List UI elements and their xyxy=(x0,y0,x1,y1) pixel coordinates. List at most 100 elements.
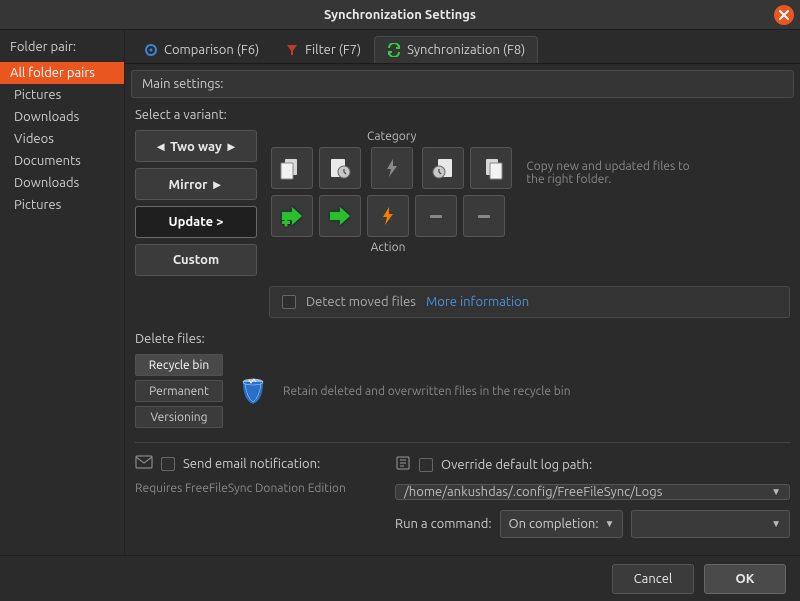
category-icons-right xyxy=(422,147,512,189)
variant-buttons: ◄ Two way ► Mirror ► Update > Custom xyxy=(135,130,257,276)
category-right-only-button[interactable] xyxy=(470,147,512,189)
action-do-nothing-button-2[interactable] xyxy=(463,195,505,237)
command-when-value: On completion: xyxy=(509,517,599,531)
lightning-orange-icon xyxy=(377,205,399,227)
main-settings-header: Main settings: xyxy=(131,70,794,98)
log-section: Override default log path: /home/ankushd… xyxy=(395,455,790,538)
dash-icon xyxy=(426,206,446,226)
variant-description: Copy new and updated files to the right … xyxy=(526,130,706,186)
file-clock-right-icon xyxy=(430,155,456,181)
tab-comparison-label: Comparison (F6) xyxy=(164,43,259,57)
email-label: Send email notification: xyxy=(183,457,320,471)
tab-filter-label: Filter (F7) xyxy=(305,43,361,57)
action-update-right-button[interactable] xyxy=(319,195,361,237)
lightning-icon xyxy=(381,157,403,179)
recycle-bin-icon xyxy=(237,374,269,409)
email-icon xyxy=(135,455,153,472)
command-value-dropdown[interactable]: ▼ xyxy=(631,510,790,538)
category-newer-left-button[interactable] xyxy=(319,147,361,189)
sidebar-item-downloads-2[interactable]: Downloads xyxy=(0,172,124,194)
arrow-right-icon xyxy=(326,202,354,230)
delete-recycle-button[interactable]: Recycle bin xyxy=(135,354,223,376)
action-label: Action xyxy=(371,241,406,254)
action-conflict-button[interactable] xyxy=(367,195,409,237)
email-requires: Requires FreeFileSync Donation Edition xyxy=(135,482,385,495)
close-button[interactable] xyxy=(774,5,794,25)
delete-versioning-button[interactable]: Versioning xyxy=(135,406,223,428)
sync-arrows-icon xyxy=(387,43,401,57)
category-newer-right-button[interactable] xyxy=(422,147,464,189)
action-icons-left xyxy=(271,195,361,237)
lower-section: Send email notification: Requires FreeFi… xyxy=(125,451,800,548)
log-path-value: /home/ankushdas/.config/FreeFileSync/Log… xyxy=(404,485,662,499)
tab-comparison[interactable]: Comparison (F6) xyxy=(131,36,272,63)
category-conflict-button[interactable] xyxy=(371,147,413,189)
variant-mirror-button[interactable]: Mirror ► xyxy=(135,168,257,200)
tabbar: Comparison (F6) Filter (F7) Synchronizat… xyxy=(125,30,800,64)
main-panel: Comparison (F6) Filter (F7) Synchronizat… xyxy=(125,30,800,555)
close-icon xyxy=(779,10,789,20)
category-column: Category xyxy=(367,130,416,189)
variant-row: ◄ Two way ► Mirror ► Update > Custom xyxy=(125,130,800,286)
category-label: Category xyxy=(367,130,416,143)
delete-row: Recycle bin Permanent Versioning Retain … xyxy=(125,354,800,438)
sidebar-item-all-folder-pairs[interactable]: All folder pairs xyxy=(0,62,124,84)
window-title: Synchronization Settings xyxy=(324,8,476,22)
chevron-down-icon: ▼ xyxy=(771,518,781,530)
cancel-button[interactable]: Cancel xyxy=(612,564,694,594)
variant-custom-button[interactable]: Custom xyxy=(135,244,257,276)
select-variant-label: Select a variant: xyxy=(125,104,800,130)
delete-files-header: Delete files: xyxy=(125,328,800,354)
sidebar-header: Folder pair: xyxy=(0,36,124,62)
sidebar-item-pictures-2[interactable]: Pictures xyxy=(0,194,124,216)
action-matrix: Category xyxy=(271,130,512,254)
log-icon xyxy=(395,455,411,474)
funnel-icon xyxy=(285,43,299,57)
command-when-dropdown[interactable]: On completion: ▼ xyxy=(500,510,624,538)
variant-twoway-button[interactable]: ◄ Two way ► xyxy=(135,130,257,162)
delete-option-buttons: Recycle bin Permanent Versioning xyxy=(135,354,223,428)
sidebar-item-pictures[interactable]: Pictures xyxy=(0,84,124,106)
ok-button[interactable]: OK xyxy=(704,564,786,594)
command-row: Run a command: On completion: ▼ ▼ xyxy=(395,510,790,538)
file-plus-left-icon xyxy=(279,155,305,181)
log-path-field[interactable]: /home/ankushdas/.config/FreeFileSync/Log… xyxy=(395,484,790,500)
dash-icon xyxy=(474,206,494,226)
chevron-down-icon: ▼ xyxy=(605,518,615,530)
arrow-right-plus-icon xyxy=(278,202,306,230)
run-command-label: Run a command: xyxy=(395,517,492,531)
email-section: Send email notification: Requires FreeFi… xyxy=(135,455,385,538)
file-clock-left-icon xyxy=(327,155,353,181)
dialog-footer: Cancel OK xyxy=(0,555,800,601)
action-do-nothing-button[interactable] xyxy=(415,195,457,237)
sidebar-item-downloads[interactable]: Downloads xyxy=(0,106,124,128)
sidebar-item-videos[interactable]: Videos xyxy=(0,128,124,150)
category-left-only-button[interactable] xyxy=(271,147,313,189)
email-checkbox[interactable] xyxy=(161,457,175,471)
action-column: Action xyxy=(367,195,409,254)
detect-moved-row: Detect moved files More information xyxy=(269,286,790,318)
sidebar: Folder pair: All folder pairs Pictures D… xyxy=(0,30,125,555)
detect-moved-label: Detect moved files xyxy=(306,295,416,309)
email-line: Send email notification: xyxy=(135,455,385,472)
more-information-link[interactable]: More information xyxy=(426,295,529,309)
sidebar-item-documents[interactable]: Documents xyxy=(0,150,124,172)
log-line: Override default log path: xyxy=(395,455,790,474)
override-log-label: Override default log path: xyxy=(441,458,592,472)
override-log-checkbox[interactable] xyxy=(419,458,433,472)
tab-filter[interactable]: Filter (F7) xyxy=(272,36,374,63)
dialog-body: Folder pair: All folder pairs Pictures D… xyxy=(0,30,800,555)
action-create-right-button[interactable] xyxy=(271,195,313,237)
variant-update-button[interactable]: Update > xyxy=(135,206,257,238)
divider xyxy=(135,442,790,443)
delete-permanent-button[interactable]: Permanent xyxy=(135,380,223,402)
file-plus-right-icon xyxy=(478,155,504,181)
tab-sync-label: Synchronization (F8) xyxy=(407,43,525,57)
tab-synchronization[interactable]: Synchronization (F8) xyxy=(374,36,538,63)
titlebar: Synchronization Settings xyxy=(0,0,800,30)
detect-moved-checkbox[interactable] xyxy=(282,295,296,309)
sync-settings-window: Synchronization Settings Folder pair: Al… xyxy=(0,0,800,601)
chevron-down-icon: ▼ xyxy=(771,486,781,498)
category-icons xyxy=(271,147,361,189)
action-icons-right xyxy=(415,195,505,237)
